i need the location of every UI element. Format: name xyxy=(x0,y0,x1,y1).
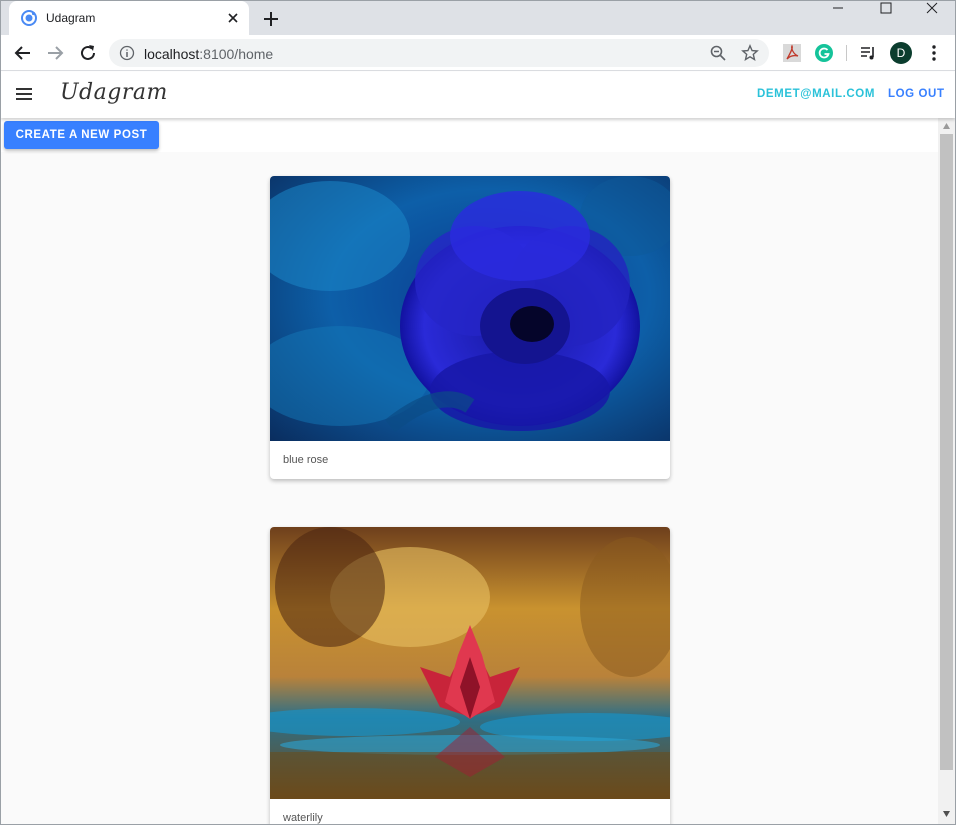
url-text[interactable]: localhost:8100/home xyxy=(144,46,273,62)
tab-strip: Udagram xyxy=(1,1,955,35)
logout-button[interactable]: LOG OUT xyxy=(888,88,945,100)
zoom-icon[interactable] xyxy=(709,44,727,62)
post-image xyxy=(270,176,670,441)
browser-tab[interactable]: Udagram xyxy=(9,1,249,35)
hamburger-menu-icon[interactable] xyxy=(15,86,33,102)
toolbar-divider xyxy=(846,45,847,61)
maximize-icon[interactable] xyxy=(863,1,909,31)
browser-toolbar: localhost:8100/home D xyxy=(1,35,955,71)
favicon-icon xyxy=(21,10,37,26)
url-path: :8100/home xyxy=(199,46,274,62)
browser-window: Udagram localhost:8100/home D Udagram DE… xyxy=(0,0,956,825)
profile-avatar[interactable]: D xyxy=(890,42,912,64)
plus-icon[interactable] xyxy=(261,9,281,29)
pdf-extension-icon[interactable] xyxy=(783,44,801,62)
minimize-icon[interactable] xyxy=(815,1,861,31)
url-host: localhost xyxy=(144,46,200,62)
scroll-up-arrow-icon[interactable] xyxy=(942,122,951,130)
forward-icon[interactable] xyxy=(45,43,65,63)
post-actions-bar: CREATE A NEW POST xyxy=(1,118,938,152)
app-brand[interactable]: Udagram xyxy=(60,80,168,105)
post-caption: waterlily xyxy=(283,812,323,824)
window-close-icon[interactable] xyxy=(909,1,955,31)
info-icon[interactable] xyxy=(119,45,135,61)
post-image xyxy=(270,527,670,799)
kebab-menu-icon[interactable] xyxy=(926,44,942,62)
post-caption: blue rose xyxy=(283,454,329,466)
scroll-down-arrow-icon[interactable] xyxy=(942,810,951,818)
star-icon[interactable] xyxy=(741,44,759,62)
media-control-icon[interactable] xyxy=(859,44,877,62)
reload-icon[interactable] xyxy=(78,43,98,63)
page-scrollbar[interactable] xyxy=(938,118,955,824)
tab-title: Udagram xyxy=(46,11,96,25)
scrollbar-thumb[interactable] xyxy=(940,134,953,770)
address-bar[interactable]: localhost:8100/home xyxy=(109,39,769,67)
back-icon[interactable] xyxy=(13,43,33,63)
close-icon[interactable] xyxy=(225,10,241,26)
post-card: blue rose xyxy=(270,176,670,479)
app-header: Udagram DEMET@MAIL.COM LOG OUT xyxy=(1,72,955,118)
user-email-link[interactable]: DEMET@MAIL.COM xyxy=(757,88,875,100)
feed-content: CREATE A NEW POST blue rose waterlily xyxy=(1,118,938,824)
grammarly-icon[interactable] xyxy=(815,44,833,62)
create-post-button[interactable]: CREATE A NEW POST xyxy=(4,121,159,149)
post-card: waterlily xyxy=(270,527,670,824)
